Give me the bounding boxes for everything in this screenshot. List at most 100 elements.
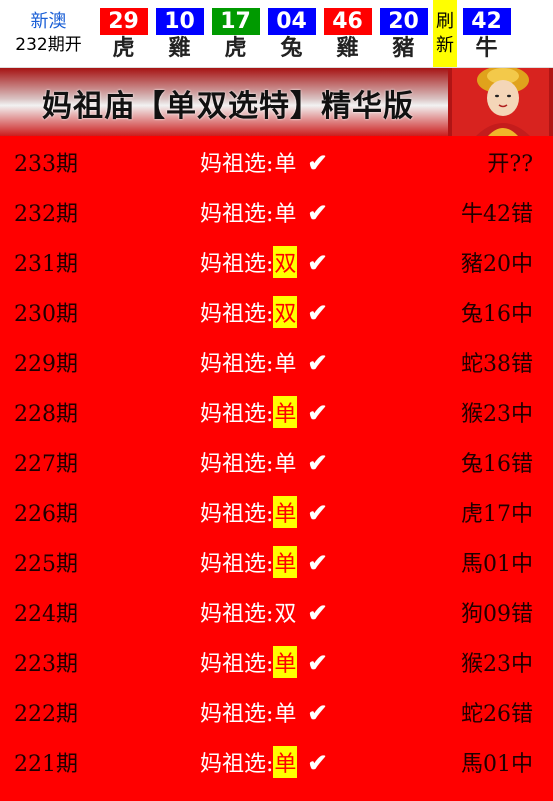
result: 兔16中: [461, 302, 533, 327]
check-icon: ✔: [307, 397, 328, 427]
period-number: 230期: [14, 302, 78, 327]
ball-number: 20: [379, 8, 428, 35]
pick-label: 妈祖选:: [200, 152, 274, 177]
ball-number: 10: [155, 8, 204, 35]
pick-label: 妈祖选:: [200, 402, 274, 427]
ball-zodiac: 虎: [224, 36, 247, 61]
pick-label: 妈祖选:: [200, 502, 274, 527]
issue-period: 232期开: [15, 35, 82, 55]
period-number: 231期: [14, 252, 78, 277]
list-item: 233期 妈祖选: 单 ✔ 开??: [0, 136, 553, 186]
pick-value: 单: [274, 452, 297, 477]
ball-number: 29: [99, 8, 148, 35]
list-item: 231期 妈祖选: 双 ✔ 豬20中: [0, 236, 553, 286]
pick-value-highlighted: 单: [273, 746, 298, 778]
check-icon: ✔: [307, 297, 328, 327]
result: 豬20中: [461, 252, 533, 277]
result: 虎17中: [461, 502, 533, 527]
pick-label: 妈祖选:: [200, 552, 274, 577]
pick-value-highlighted: 双: [273, 246, 298, 278]
result: 猴23中: [461, 652, 533, 677]
draw-result-bar: 新澳 232期开 29 虎 10 雞 17 虎 04 兔 46 雞 20 豬 刷…: [0, 0, 553, 68]
pick: 妈祖选: 单 ✔: [200, 146, 328, 178]
refresh-button[interactable]: 刷 新: [433, 0, 457, 67]
banner: 妈祖庙【单双选特】精华版: [0, 68, 553, 136]
ball-3: 17 虎: [209, 0, 262, 67]
pick-label: 妈祖选:: [200, 452, 274, 477]
list-item: 228期 妈祖选: 单 ✔ 猴23中: [0, 386, 553, 436]
pick-label: 妈祖选:: [200, 602, 274, 627]
period-number: 221期: [14, 752, 78, 777]
pick-label: 妈祖选:: [200, 352, 274, 377]
ball-zodiac: 雞: [336, 36, 359, 61]
result: 蛇26错: [461, 702, 533, 727]
pick: 妈祖选: 单 ✔: [200, 346, 328, 378]
period-number: 227期: [14, 452, 78, 477]
pick-value-highlighted: 单: [273, 646, 298, 678]
pick: 妈祖选: 单 ✔: [200, 496, 328, 528]
list-item: 230期 妈祖选: 双 ✔ 兔16中: [0, 286, 553, 336]
mazu-portrait-image: [448, 68, 553, 136]
pick-label: 妈祖选:: [200, 302, 274, 327]
list-item: 229期 妈祖选: 单 ✔ 蛇38错: [0, 336, 553, 386]
ball-2: 10 雞: [153, 0, 206, 67]
ball-zodiac: 兔: [280, 36, 303, 61]
refresh-label-2: 新: [436, 34, 454, 56]
banner-title: 妈祖庙【单双选特】精华版: [42, 89, 414, 124]
special-number: 42: [462, 8, 511, 35]
pick: 妈祖选: 单 ✔: [200, 196, 328, 228]
pick: 妈祖选: 双 ✔: [200, 596, 328, 628]
pick-value-highlighted: 双: [273, 296, 298, 328]
special-zodiac: 牛: [475, 36, 498, 61]
refresh-label-1: 刷: [436, 10, 454, 32]
issue-info: 新澳 232期开: [0, 0, 97, 67]
period-number: 226期: [14, 502, 78, 527]
list-item: 223期 妈祖选: 单 ✔ 猴23中: [0, 636, 553, 686]
period-number: 229期: [14, 352, 78, 377]
pick: 妈祖选: 单 ✔: [200, 446, 328, 478]
check-icon: ✔: [307, 497, 328, 527]
period-number: 222期: [14, 702, 78, 727]
list-item: 225期 妈祖选: 单 ✔ 馬01中: [0, 536, 553, 586]
check-icon: ✔: [307, 197, 328, 227]
check-icon: ✔: [307, 597, 328, 627]
result: 蛇38错: [461, 352, 533, 377]
result: 狗09错: [461, 602, 533, 627]
period-number: 228期: [14, 402, 78, 427]
list-item: 232期 妈祖选: 单 ✔ 牛42错: [0, 186, 553, 236]
ball-zodiac: 雞: [168, 36, 191, 61]
ball-4: 04 兔: [265, 0, 318, 67]
list-item: 226期 妈祖选: 单 ✔ 虎17中: [0, 486, 553, 536]
pick-value: 单: [274, 202, 297, 227]
list-item: 224期 妈祖选: 双 ✔ 狗09错: [0, 586, 553, 636]
check-icon: ✔: [307, 697, 328, 727]
pick-value: 双: [274, 602, 297, 627]
pick-label: 妈祖选:: [200, 752, 274, 777]
result: 开??: [487, 152, 533, 177]
pick: 妈祖选: 双 ✔: [200, 296, 328, 328]
pick-label: 妈祖选:: [200, 252, 274, 277]
ball-6: 20 豬: [377, 0, 430, 67]
pick: 妈祖选: 单 ✔: [200, 696, 328, 728]
pick: 妈祖选: 单 ✔: [200, 546, 328, 578]
check-icon: ✔: [307, 347, 328, 377]
ball-number: 04: [267, 8, 316, 35]
special-ball: 42 牛: [460, 0, 513, 67]
ball-number: 17: [211, 8, 260, 35]
check-icon: ✔: [307, 447, 328, 477]
pick: 妈祖选: 单 ✔: [200, 646, 328, 678]
pick-value-highlighted: 单: [273, 496, 298, 528]
ball-zodiac: 虎: [112, 36, 135, 61]
result: 馬01中: [461, 552, 533, 577]
check-icon: ✔: [307, 247, 328, 277]
list-item: 222期 妈祖选: 单 ✔ 蛇26错: [0, 686, 553, 736]
period-number: 233期: [14, 152, 78, 177]
pick-label: 妈祖选:: [200, 652, 274, 677]
ball-zodiac: 豬: [392, 36, 415, 61]
ball-number: 46: [323, 8, 372, 35]
pick-value: 单: [274, 152, 297, 177]
check-icon: ✔: [307, 547, 328, 577]
pick: 妈祖选: 双 ✔: [200, 246, 328, 278]
period-number: 223期: [14, 652, 78, 677]
prediction-list: 233期 妈祖选: 单 ✔ 开?? 232期 妈祖选: 单 ✔ 牛42错 231…: [0, 136, 553, 801]
